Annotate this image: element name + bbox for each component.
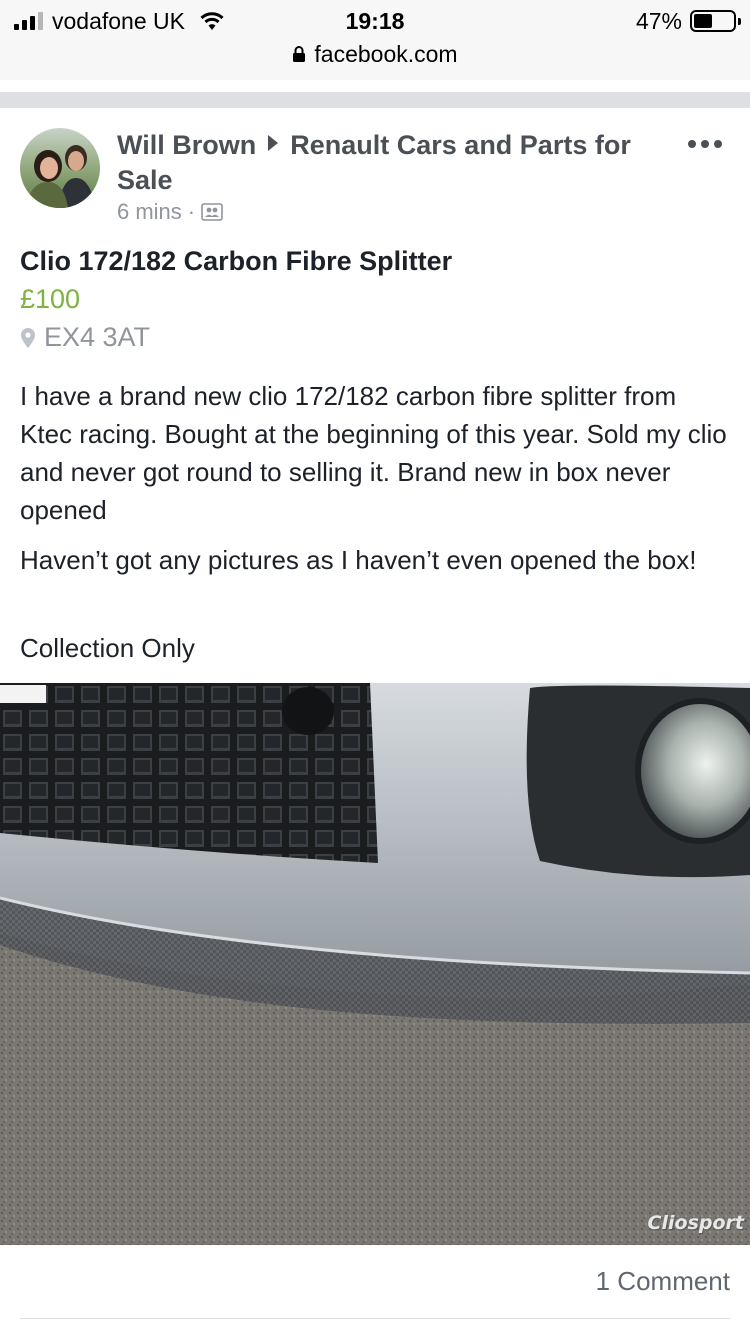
- posted-in-arrow-icon: [268, 135, 279, 151]
- post-time[interactable]: 6 mins: [117, 199, 182, 225]
- meta-separator: ·: [187, 199, 196, 224]
- battery-status: 47%: [635, 7, 741, 34]
- footer-divider: [20, 1318, 730, 1319]
- description-paragraph: Haven’t got any pictures as I haven’t ev…: [20, 545, 697, 575]
- spacer: [0, 80, 750, 92]
- author-avatar[interactable]: [20, 128, 100, 208]
- post-meta: 6 mins ·: [117, 199, 223, 225]
- listing-price: £100: [20, 284, 81, 314]
- author-name[interactable]: Will Brown: [117, 130, 256, 160]
- listing-location: EX4 3AT: [20, 322, 150, 353]
- lock-icon: [292, 45, 306, 63]
- location-pin-icon: [21, 327, 35, 348]
- status-bar: vodafone UK 19:18 47% facebook.com: [0, 0, 750, 80]
- url-text: facebook.com: [314, 40, 458, 67]
- post-author-line: Will Brown Renault Cars and Parts for Sal…: [117, 128, 677, 198]
- listing-photo[interactable]: [0, 683, 750, 1245]
- battery-percent: 47%: [635, 7, 682, 34]
- listing-title: Clio 172/182 Carbon Fibre Splitter: [20, 246, 453, 276]
- description-paragraph: Collection Only: [20, 633, 195, 663]
- photo-watermark: Cliosport: [647, 1212, 744, 1234]
- comments-link[interactable]: 1 Comment: [596, 1266, 730, 1297]
- location-text: EX4 3AT: [44, 322, 151, 352]
- more-options-icon[interactable]: [688, 140, 722, 148]
- battery-icon: [690, 10, 741, 32]
- group-audience-icon: [201, 203, 223, 221]
- description-paragraph: I have a brand new clio 172/182 carbon f…: [20, 381, 727, 525]
- feed-divider: [0, 92, 750, 108]
- address-bar[interactable]: facebook.com: [0, 40, 750, 68]
